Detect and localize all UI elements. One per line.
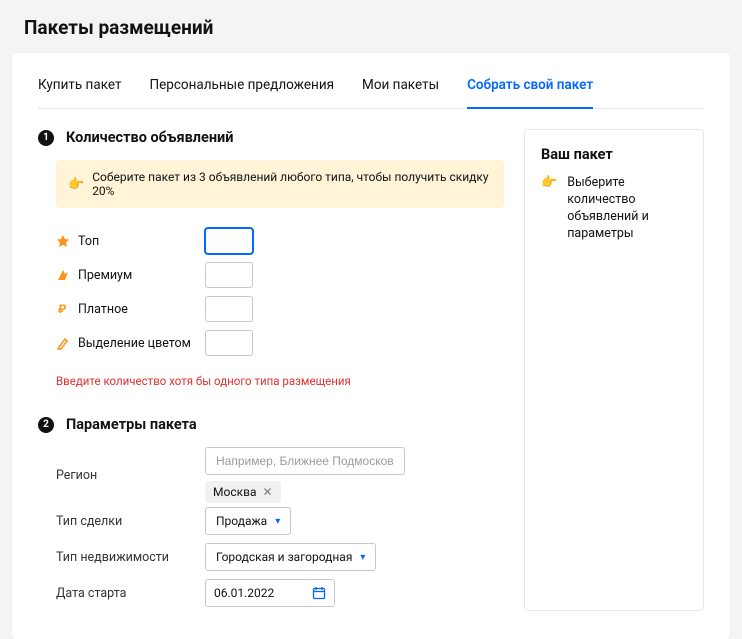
top-icon <box>56 234 70 248</box>
input-region[interactable] <box>205 447 405 475</box>
tab-offers[interactable]: Персональные предложения <box>149 71 334 108</box>
tab-buy[interactable]: Купить пакет <box>38 71 121 108</box>
page-title: Пакеты размещений <box>0 0 742 53</box>
select-deal[interactable]: Продажа ▾ <box>205 507 291 535</box>
select-realty[interactable]: Городская и загородная ▾ <box>205 543 376 571</box>
premium-icon <box>56 268 70 282</box>
label-highlight: Выделение цветом <box>78 336 191 351</box>
tabs: Купить пакет Персональные предложения Мо… <box>38 71 704 109</box>
row-highlight: Выделение цветом <box>56 326 504 360</box>
section-1-header: 1 Количество объявлений <box>38 129 504 146</box>
input-highlight[interactable] <box>205 330 253 356</box>
section-2-header: 2 Параметры пакета <box>38 416 504 433</box>
row-premium: Премиум <box>56 258 504 292</box>
tab-mine[interactable]: Мои пакеты <box>362 71 439 108</box>
pointer-icon: 👉 <box>68 177 84 192</box>
chip-region-label: Москва <box>213 485 256 499</box>
your-package-panel: Ваш пакет 👉 Выберите количество объявлен… <box>524 129 704 611</box>
error-message: Введите количество хотя бы одного типа р… <box>56 374 504 388</box>
label-paid: Платное <box>78 302 128 317</box>
input-paid[interactable] <box>205 296 253 322</box>
chevron-down-icon: ▾ <box>275 516 280 527</box>
chip-region-remove-icon[interactable]: ✕ <box>262 485 272 499</box>
input-top[interactable] <box>205 228 253 254</box>
row-top: Топ <box>56 224 504 258</box>
pointer-icon: 👉 <box>541 175 557 190</box>
your-package-title: Ваш пакет <box>541 146 687 163</box>
label-region: Регион <box>56 468 191 483</box>
date-value: 06.01.2022 <box>214 586 274 600</box>
label-realty: Тип недвижимости <box>56 550 191 565</box>
your-package-text: Выберите количество объявлений и парамет… <box>567 175 687 243</box>
label-deal: Тип сделки <box>56 514 191 529</box>
input-premium[interactable] <box>205 262 253 288</box>
param-date: Дата старта 06.01.2022 <box>56 575 504 611</box>
row-paid: ₽ Платное <box>56 292 504 326</box>
label-premium: Премиум <box>78 268 132 283</box>
highlight-icon <box>56 336 70 350</box>
select-deal-value: Продажа <box>216 514 267 528</box>
tab-build[interactable]: Собрать свой пакет <box>467 71 593 109</box>
input-date[interactable]: 06.01.2022 <box>205 579 335 607</box>
param-realty: Тип недвижимости Городская и загородная … <box>56 539 504 575</box>
label-top: Топ <box>78 234 99 249</box>
chip-region[interactable]: Москва ✕ <box>205 481 281 503</box>
section-2-title: Параметры пакета <box>66 416 197 433</box>
svg-text:₽: ₽ <box>58 302 67 316</box>
step-1-badge: 1 <box>38 130 54 146</box>
calendar-icon <box>312 586 326 600</box>
select-realty-value: Городская и загородная <box>216 550 352 564</box>
param-deal: Тип сделки Продажа ▾ <box>56 503 504 539</box>
discount-tip: 👉 Соберите пакет из 3 объявлений любого … <box>56 160 504 208</box>
chevron-down-icon: ▾ <box>360 552 365 563</box>
discount-tip-text: Соберите пакет из 3 объявлений любого ти… <box>92 170 492 198</box>
section-1-title: Количество объявлений <box>66 129 233 146</box>
step-2-badge: 2 <box>38 417 54 433</box>
param-region: Регион Москва ✕ <box>56 447 504 503</box>
main-card: Купить пакет Персональные предложения Мо… <box>12 53 730 639</box>
paid-icon: ₽ <box>56 302 70 316</box>
